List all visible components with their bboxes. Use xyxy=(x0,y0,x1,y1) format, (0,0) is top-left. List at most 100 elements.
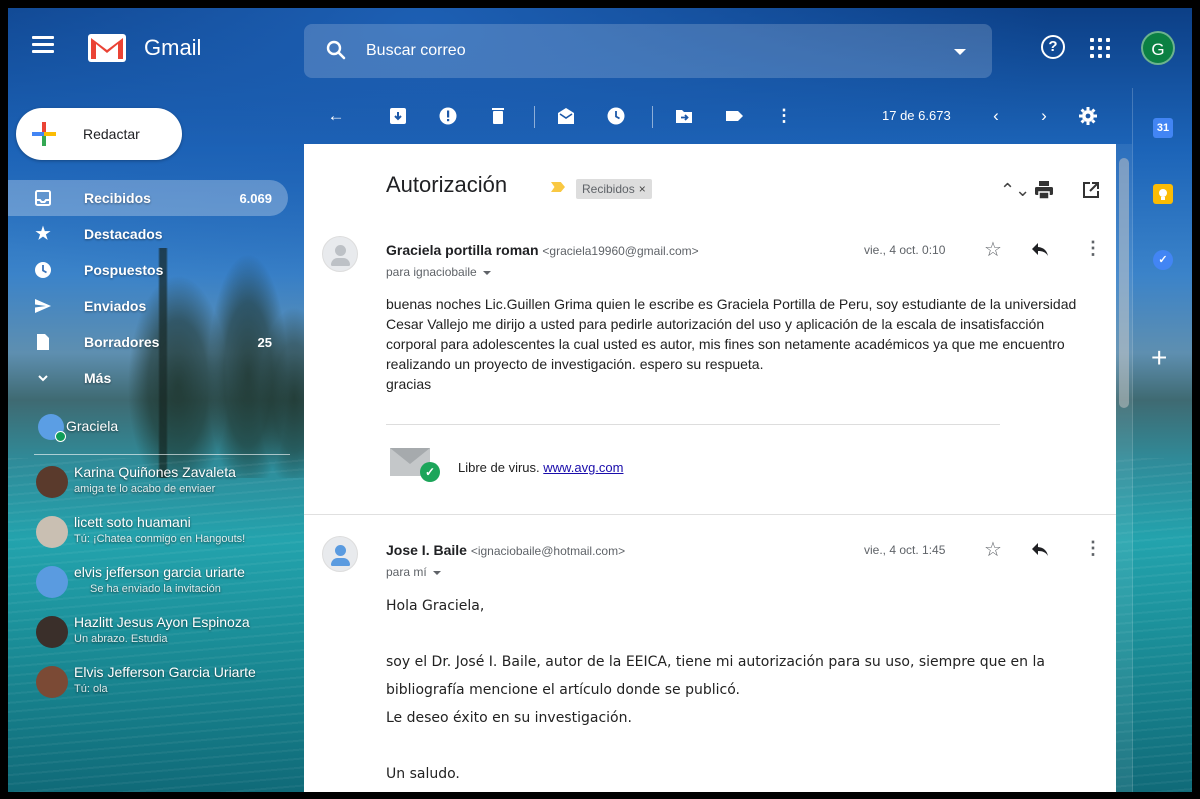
mark-unread-icon[interactable] xyxy=(556,106,576,126)
previous-page-icon[interactable]: ‹ xyxy=(986,106,1006,126)
sender[interactable]: Graciela portilla roman <graciela19960@g… xyxy=(386,242,699,258)
contact-name: Karina Quiñones Zavaleta xyxy=(74,464,236,480)
remove-label-icon[interactable]: × xyxy=(639,182,646,196)
reply-icon[interactable] xyxy=(1030,539,1050,564)
archive-icon[interactable] xyxy=(388,106,408,126)
clock-icon xyxy=(34,261,52,279)
recipients-text: para ignaciobaile xyxy=(386,265,477,279)
sidebar-item-label: Destacados xyxy=(84,226,163,242)
compose-button[interactable]: Redactar xyxy=(16,108,182,160)
compose-plus-icon xyxy=(32,122,56,146)
sender-name: Graciela portilla roman xyxy=(386,242,539,258)
drafts-count: 25 xyxy=(257,334,272,350)
expand-all-icon[interactable]: ⌃⌄ xyxy=(1000,180,1030,201)
sidebar-item-more[interactable]: Más xyxy=(8,360,288,396)
back-arrow-icon[interactable]: ← xyxy=(326,106,346,126)
recipients-toggle[interactable]: para mí xyxy=(386,565,441,579)
contact-name: Elvis Jefferson Garcia Uriarte xyxy=(74,664,256,680)
tasks-icon[interactable]: ✓ xyxy=(1153,250,1173,270)
avg-link[interactable]: www.avg.com xyxy=(543,460,623,475)
sender[interactable]: Jose I. Baile <ignaciobaile@hotmail.com> xyxy=(386,542,625,558)
keep-icon[interactable] xyxy=(1153,184,1173,204)
sidebar-item-inbox[interactable]: Recibidos 6.069 xyxy=(8,180,288,216)
scroll-thumb[interactable] xyxy=(1119,158,1129,408)
account-avatar[interactable]: G xyxy=(1141,31,1175,65)
sidebar-item-label: Más xyxy=(84,370,112,386)
message-separator xyxy=(304,514,1116,515)
reply-icon[interactable] xyxy=(1030,239,1050,264)
label-chip-text: Recibidos xyxy=(582,182,635,196)
avatar xyxy=(36,466,68,498)
snooze-icon[interactable] xyxy=(606,106,626,126)
contact-name: licett soto huamani xyxy=(74,514,191,530)
message-body: Hola Graciela, soy el Dr. José I. Baile,… xyxy=(386,592,1086,788)
star-icon[interactable]: ☆ xyxy=(984,537,1002,562)
sender-name: Jose I. Baile xyxy=(386,542,467,558)
more-options-icon[interactable]: ⋮ xyxy=(774,106,794,126)
contact-item[interactable]: Elvis Jefferson Garcia Uriarte Tú: ola xyxy=(34,660,294,710)
main-menu-icon[interactable] xyxy=(32,36,54,54)
contact-item[interactable]: licett soto huamani Tú: ¡Chatea conmigo … xyxy=(34,510,294,560)
search-icon[interactable] xyxy=(326,40,346,60)
search-bar[interactable]: Buscar correo xyxy=(304,24,992,78)
add-addon-icon[interactable]: + xyxy=(1151,344,1167,372)
contact-item[interactable]: Hazlitt Jesus Ayon Espinoza Un abrazo. E… xyxy=(34,610,294,660)
report-spam-icon[interactable] xyxy=(438,106,458,126)
sidebar-item-starred[interactable]: ★ Destacados xyxy=(8,216,288,252)
sidebar-item-snoozed[interactable]: Pospuestos xyxy=(8,252,288,288)
draft-icon xyxy=(34,333,52,351)
avatar xyxy=(36,566,68,598)
print-icon[interactable] xyxy=(1034,180,1054,200)
contact-item[interactable]: elvis jefferson garcia uriarte Se ha env… xyxy=(34,560,294,610)
avatar xyxy=(36,516,68,548)
star-icon[interactable]: ☆ xyxy=(984,237,1002,262)
contact-message: Tú: ¡Chatea conmigo en Hangouts! xyxy=(74,533,246,545)
sender-email: <ignaciobaile@hotmail.com> xyxy=(470,544,626,558)
open-new-window-icon[interactable] xyxy=(1082,181,1100,199)
toolbar-divider xyxy=(652,106,653,128)
pagination-text: 17 de 6.673 xyxy=(882,108,951,123)
sender-avatar[interactable] xyxy=(322,536,358,572)
sender-avatar[interactable] xyxy=(322,236,358,272)
sidebar-item-label: Pospuestos xyxy=(84,262,164,278)
sidebar-item-sent[interactable]: Enviados xyxy=(8,288,288,324)
hangouts-self[interactable]: Graciela xyxy=(34,414,290,444)
sidebar-item-label: Recibidos xyxy=(84,190,151,206)
recipients-toggle[interactable]: para ignaciobaile xyxy=(386,265,491,279)
avatar xyxy=(36,616,68,648)
send-icon xyxy=(34,297,52,315)
delete-icon[interactable] xyxy=(488,106,508,126)
apps-grid-icon[interactable] xyxy=(1090,38,1110,58)
unread-count: 6.069 xyxy=(239,190,272,206)
importance-marker-icon[interactable] xyxy=(551,182,565,192)
search-options-icon[interactable] xyxy=(954,49,966,55)
caret-down-icon xyxy=(482,270,491,275)
move-to-icon[interactable] xyxy=(674,106,694,126)
body-paragraph: Hola Graciela, xyxy=(386,598,485,614)
hangouts-divider xyxy=(34,454,290,455)
gmail-logo[interactable]: Gmail xyxy=(88,30,201,66)
message-view: Autorización Recibidos × ⌃⌄ Graciela port… xyxy=(304,144,1116,792)
help-icon[interactable]: ? xyxy=(1041,35,1065,59)
message-body: buenas noches Lic.Guillen Grima quien le… xyxy=(386,294,1086,394)
settings-gear-icon[interactable] xyxy=(1078,106,1098,126)
caret-down-icon xyxy=(432,570,441,575)
signature-divider xyxy=(386,424,1000,425)
recipients-text: para mí xyxy=(386,565,427,579)
message-scrollbar[interactable] xyxy=(1116,144,1132,792)
label-icon[interactable] xyxy=(724,106,744,126)
contact-name: Hazlitt Jesus Ayon Espinoza xyxy=(74,614,250,630)
search-input[interactable]: Buscar correo xyxy=(366,24,466,78)
signature-text: Libre de virus. www.avg.com xyxy=(458,460,623,475)
toolbar-divider xyxy=(534,106,535,128)
sidebar-item-drafts[interactable]: Borradores 25 xyxy=(8,324,288,360)
contact-item[interactable]: Karina Quiñones Zavaleta amiga te lo aca… xyxy=(34,460,294,510)
contact-message: Tú: ola xyxy=(74,683,108,695)
message-date: vie., 4 oct. 1:45 xyxy=(864,543,946,557)
hangouts-self-name: Graciela xyxy=(66,418,119,434)
body-paragraph: buenas noches Lic.Guillen Grima quien le… xyxy=(386,296,1077,372)
more-options-icon[interactable]: ⋮ xyxy=(1084,538,1102,559)
calendar-icon[interactable]: 31 xyxy=(1153,118,1173,138)
more-options-icon[interactable]: ⋮ xyxy=(1084,238,1102,259)
next-page-icon[interactable]: › xyxy=(1034,106,1054,126)
